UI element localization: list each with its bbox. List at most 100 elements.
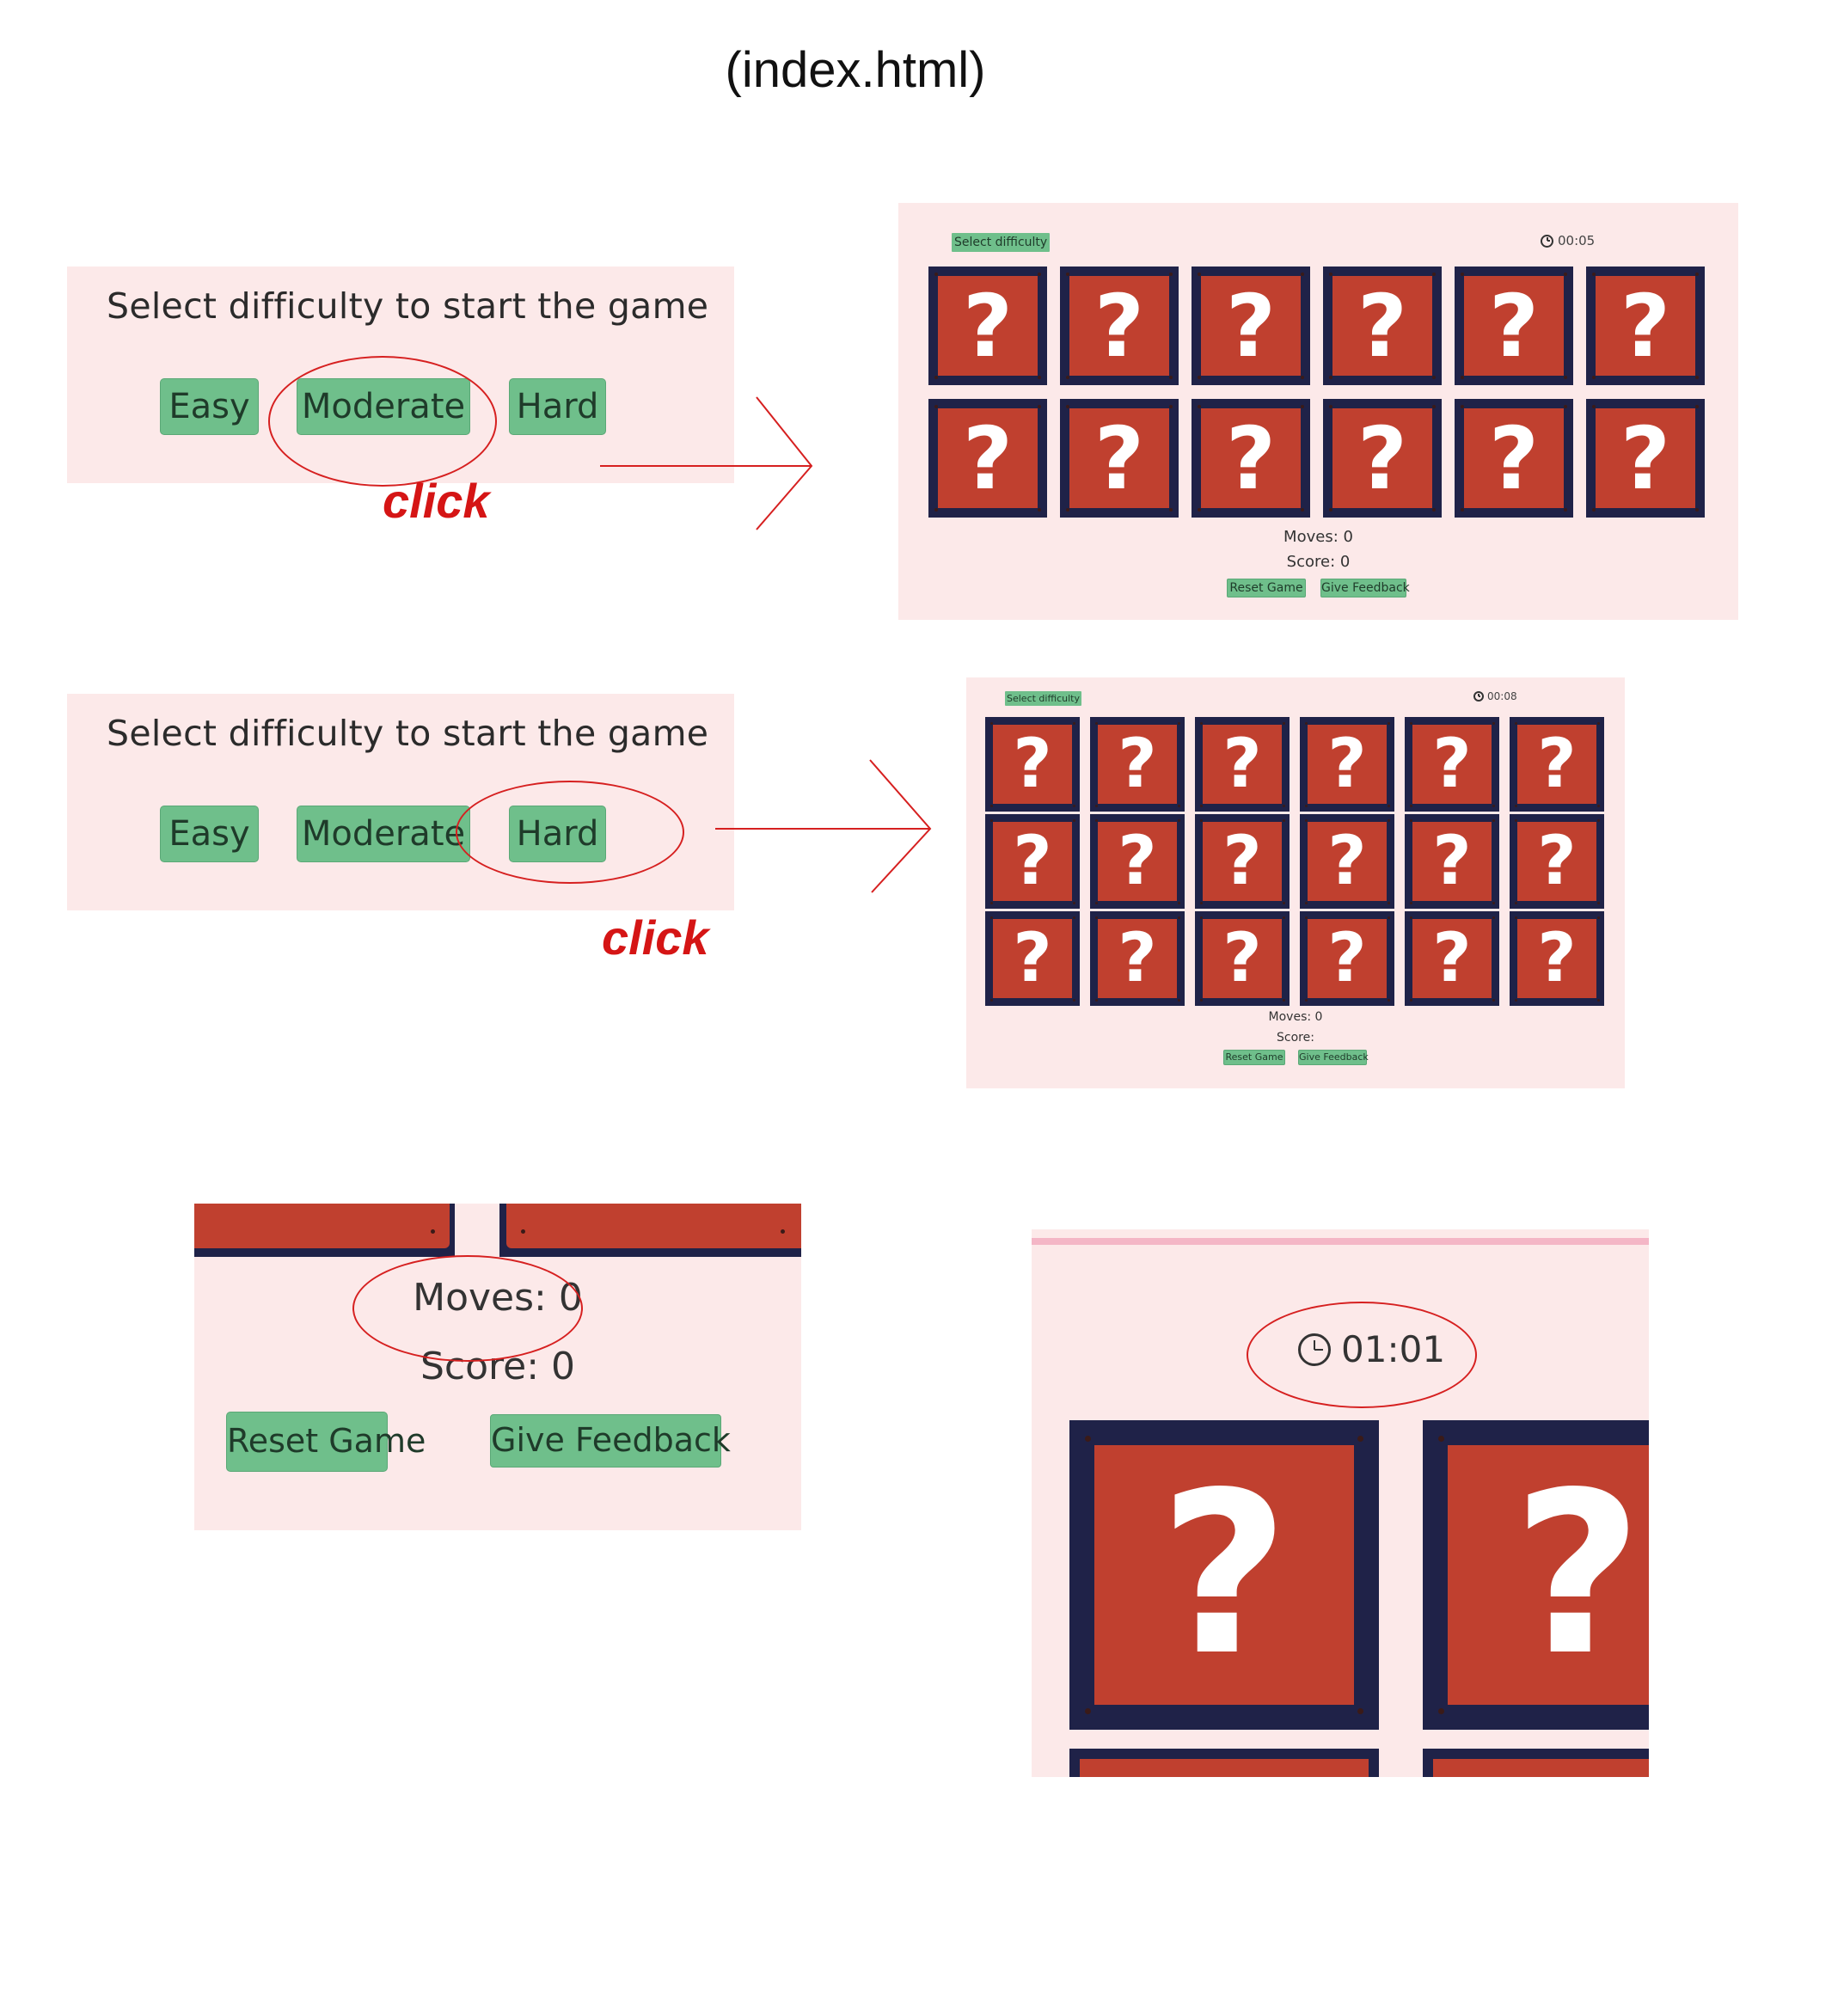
reset-game-button[interactable]: Reset Game [1227,579,1306,597]
memory-card[interactable]: ? [1405,814,1499,909]
memory-card[interactable]: ? [1323,399,1442,518]
card-face: ? [1097,918,1178,999]
question-mark-icon: ? [1225,275,1276,377]
card-face: ? [1412,724,1492,805]
memory-card[interactable]: ? [1455,399,1573,518]
question-mark-icon: ? [1159,1445,1290,1705]
card-face: ? [1412,918,1492,999]
card-face: ? [992,724,1073,805]
memory-card[interactable]: ? [985,911,1080,1006]
select-difficulty-button[interactable]: Select difficulty [952,233,1051,252]
card-face: ? [1412,821,1492,902]
card-face: ? [992,918,1073,999]
arrow-hard [715,759,932,893]
card-face: ? [1516,918,1597,999]
memory-card[interactable]: ? [1423,1420,1649,1730]
question-mark-icon: ? [1013,726,1052,803]
moves-counter: Moves: 0 [1268,1010,1323,1024]
select-difficulty-button[interactable]: Select difficulty [1005,691,1082,706]
highlight-ellipse-moderate [268,356,497,487]
card-face: ? [1094,1444,1355,1706]
memory-card[interactable]: ? [1060,399,1179,518]
card-face: ? [1202,918,1283,999]
question-mark-icon: ? [1488,275,1539,377]
card-face: ? [1097,821,1178,902]
question-mark-icon: ? [962,275,1013,377]
memory-card[interactable]: ? [1069,1420,1379,1730]
reset-game-button[interactable]: Reset Game [1223,1050,1285,1065]
card-fragment [1423,1749,1649,1777]
memory-card[interactable]: ? [1586,267,1705,385]
memory-card[interactable]: ? [1060,267,1179,385]
memory-card[interactable]: ? [1090,911,1185,1006]
card-face: ? [1332,408,1432,509]
card-face: ? [1516,724,1597,805]
memory-card[interactable]: ? [928,399,1047,518]
question-mark-icon: ? [1488,407,1539,509]
card-face: ? [938,275,1038,377]
memory-card[interactable]: ? [1300,717,1394,812]
memory-card[interactable]: ? [1405,911,1499,1006]
memory-card[interactable]: ? [1090,717,1185,812]
memory-card[interactable]: ? [985,814,1080,909]
question-mark-icon: ? [1327,823,1367,900]
difficulty-heading: Select difficulty to start the game [107,713,709,754]
reset-game-button[interactable]: Reset Game [226,1412,426,1472]
easy-button[interactable]: Easy [160,806,259,862]
give-feedback-button[interactable]: Give Feedback [1298,1050,1369,1065]
memory-card[interactable]: ? [1510,814,1604,909]
card-face: ? [1202,821,1283,902]
moderate-button[interactable]: Moderate [297,806,470,862]
card-face: ? [1516,821,1597,902]
score-counter: Score: 0 [1286,553,1351,571]
memory-card[interactable]: ? [1300,814,1394,909]
memory-card[interactable]: ? [1195,814,1290,909]
card-fragment-right [499,1204,801,1257]
question-mark-icon: ? [1432,920,1472,997]
question-mark-icon: ? [1118,823,1157,900]
question-mark-icon: ? [1222,726,1262,803]
card-face: ? [1464,407,1564,509]
memory-card[interactable]: ? [1300,911,1394,1006]
easy-button[interactable]: Easy [160,378,259,435]
memory-card[interactable]: ? [1192,399,1310,518]
card-face: ? [1332,276,1432,377]
card-face: ? [1307,821,1388,902]
memory-card[interactable]: ? [1405,717,1499,812]
memory-card[interactable]: ? [1195,911,1290,1006]
memory-card[interactable]: ? [985,717,1080,812]
memory-card[interactable]: ? [1455,267,1573,385]
memory-card[interactable]: ? [1510,717,1604,812]
question-mark-icon: ? [1225,407,1276,509]
memory-card[interactable]: ? [1323,267,1442,385]
question-mark-icon: ? [1222,823,1262,900]
give-feedback-button[interactable]: Give Feedback [1320,579,1410,597]
moves-counter: Moves: 0 [1283,528,1353,546]
memory-card[interactable]: ? [1090,814,1185,909]
card-fragment [1069,1749,1379,1777]
score-counter: Score: [1277,1031,1314,1045]
memory-card[interactable]: ? [928,267,1047,385]
click-annotation-moderate: click [383,474,490,528]
question-mark-icon: ? [1620,275,1670,377]
memory-card[interactable]: ? [1192,267,1310,385]
page-title: (index.html) [725,42,986,98]
zoom-stats-panel: Moves: 0 Score: 0 Reset Game Give Feedba… [194,1204,801,1530]
give-feedback-button[interactable]: Give Feedback [490,1414,731,1468]
clock-icon [1541,234,1553,248]
memory-card[interactable]: ? [1195,717,1290,812]
card-face: ? [938,408,1038,509]
hard-button[interactable]: Hard [509,378,606,435]
memory-card[interactable]: ? [1510,911,1604,1006]
timer-value: 00:08 [1487,690,1517,702]
timer-value: 00:05 [1558,233,1596,248]
question-mark-icon: ? [1013,920,1052,997]
memory-card[interactable]: ? [1586,399,1705,518]
question-mark-icon: ? [1118,726,1157,803]
card-face: ? [1596,275,1695,377]
highlight-ellipse-hard [456,781,684,884]
card-fragment-left [194,1204,455,1257]
question-mark-icon: ? [1327,920,1367,997]
question-mark-icon: ? [1537,726,1577,803]
question-mark-icon: ? [1512,1445,1643,1705]
